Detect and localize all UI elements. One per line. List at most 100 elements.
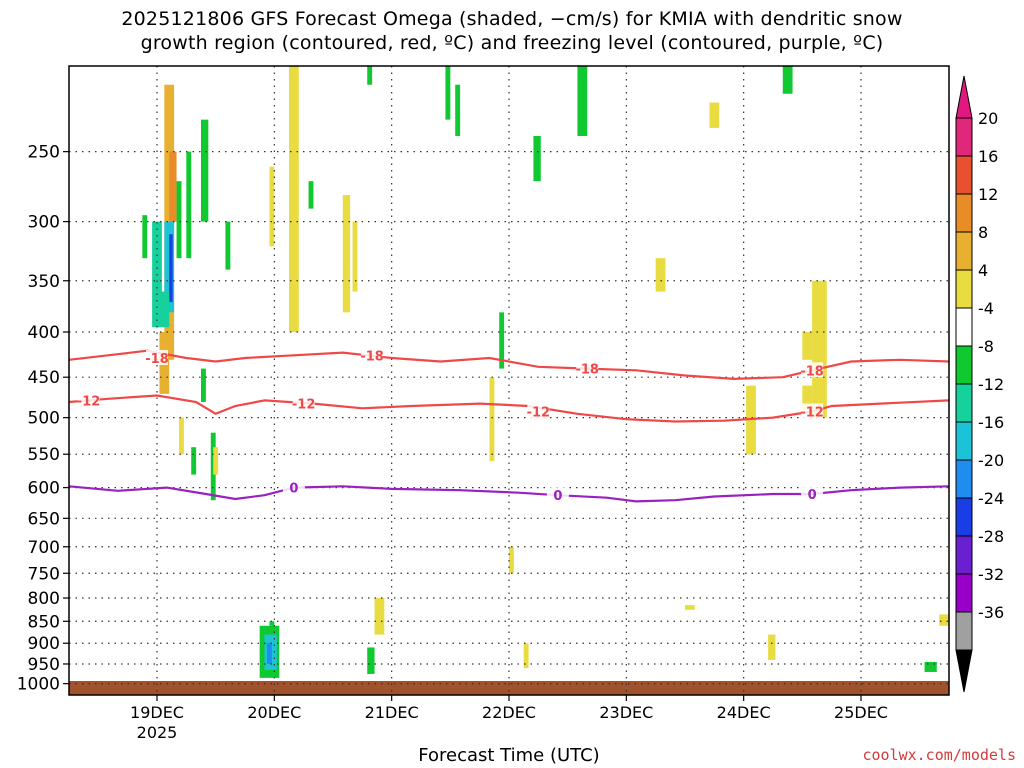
x-tick-label: 21DEC bbox=[365, 703, 419, 722]
omega-shaded-cell bbox=[191, 447, 197, 475]
omega-shaded-cell bbox=[267, 643, 272, 664]
omega-shaded-cell bbox=[455, 84, 461, 136]
colorbar-segment bbox=[955, 383, 973, 423]
colorbar-tick-label: -32 bbox=[978, 565, 1004, 584]
colorbar-segment bbox=[955, 611, 973, 651]
y-tick-label: 250 bbox=[28, 143, 60, 163]
omega-shaded-cell bbox=[802, 332, 813, 360]
colorbar-segment bbox=[955, 307, 973, 347]
colorbar-tick-label: 12 bbox=[978, 185, 998, 204]
contour-label: -18 bbox=[575, 363, 599, 378]
colorbar-tick-label: -4 bbox=[978, 299, 994, 318]
x-year-label: 2025 bbox=[137, 723, 178, 742]
y-axis-ticks: 2503003504004505005506006507007508008509… bbox=[17, 143, 69, 695]
omega-shaded-cell bbox=[655, 258, 666, 292]
colorbar-tick-label: 16 bbox=[978, 147, 998, 166]
omega-time-height-chart: -18 -18 -18 -18 -12 -12 -12 -12 0 0 0 250 300 350 400… bbox=[17, 65, 1004, 742]
colorbar-tick-label: -24 bbox=[978, 489, 1004, 508]
omega-shaded-cell bbox=[179, 417, 184, 455]
chart-title-line-2: growth region (contoured, red, ºC) and f… bbox=[140, 32, 884, 54]
contour-label: -12 bbox=[800, 405, 824, 420]
colorbar-segment bbox=[955, 497, 973, 537]
colorbar-segment bbox=[955, 155, 973, 195]
colorbar-segment bbox=[955, 573, 973, 613]
y-tick-label: 600 bbox=[28, 479, 60, 499]
y-tick-label: 750 bbox=[28, 564, 60, 584]
colorbar-segment bbox=[955, 269, 973, 309]
contour-label: -18 bbox=[145, 352, 169, 367]
omega-shaded-cell bbox=[154, 291, 170, 328]
y-tick-label: 900 bbox=[28, 634, 60, 654]
x-tick-label: 23DEC bbox=[599, 703, 653, 722]
contour-label: -18 bbox=[800, 364, 824, 379]
x-tick-label: 19DEC bbox=[130, 703, 184, 722]
colorbar-segment bbox=[955, 345, 973, 385]
contour-label: 0 bbox=[553, 489, 562, 504]
contour-label: -12 bbox=[77, 394, 101, 409]
omega-shaded-cell bbox=[509, 546, 514, 574]
omega-shaded-cell bbox=[533, 135, 541, 182]
colorbar-segment bbox=[955, 231, 973, 271]
colorbar-tick-label: -36 bbox=[978, 603, 1004, 622]
y-tick-label: 650 bbox=[28, 509, 60, 529]
y-tick-label: 350 bbox=[28, 272, 60, 292]
y-tick-label: 850 bbox=[28, 612, 60, 632]
contour-label: 0 bbox=[808, 488, 817, 503]
y-tick-label: 450 bbox=[28, 368, 60, 388]
x-axis-ticks: 19DEC2025 20DEC 21DEC 22DEC 23DEC 24DEC 25DEC bbox=[130, 695, 888, 742]
colorbar-segment bbox=[955, 459, 973, 499]
y-tick-label: 1000 bbox=[17, 675, 60, 695]
y-tick-label: 400 bbox=[28, 323, 60, 343]
omega-shaded-cell bbox=[445, 66, 451, 120]
y-tick-label: 700 bbox=[28, 538, 60, 558]
contour-label: -12 bbox=[527, 405, 551, 420]
omega-shaded-cell bbox=[812, 280, 827, 418]
omega-shaded-cell bbox=[685, 605, 695, 610]
colorbar-tick-label: -8 bbox=[978, 337, 994, 356]
colorbar-tick-label: -12 bbox=[978, 375, 1004, 394]
omega-shaded-cell bbox=[213, 447, 219, 475]
omega-shaded-cell bbox=[169, 151, 177, 222]
omega-shaded-cell bbox=[289, 66, 299, 333]
x-tick-label: 22DEC bbox=[482, 703, 536, 722]
omega-shaded-cell bbox=[269, 166, 275, 247]
colorbar-segment bbox=[955, 535, 973, 575]
contour-label: -18 bbox=[360, 349, 384, 364]
omega-shaded-cell bbox=[577, 66, 588, 136]
omega-shaded-cell bbox=[201, 368, 206, 402]
omega-shaded-cell bbox=[225, 221, 231, 270]
colorbar-tick-label: 8 bbox=[978, 223, 988, 242]
colorbar-segment bbox=[955, 421, 973, 461]
colorbar-tick-label: -28 bbox=[978, 527, 1004, 546]
omega-shaded-cell bbox=[782, 66, 793, 94]
omega-shading-layer bbox=[142, 66, 949, 678]
omega-shaded-cell bbox=[142, 215, 148, 259]
omega-shaded-cell bbox=[186, 151, 192, 259]
contour-label: -12 bbox=[292, 398, 316, 413]
colorbar-tick-label: -20 bbox=[978, 451, 1004, 470]
colorbar-bottom-arrow bbox=[955, 649, 973, 693]
colorbar-segment bbox=[955, 117, 973, 157]
credit-text: coolwx.com/models bbox=[862, 746, 1016, 764]
chart-title-line-1: 2025121806 GFS Forecast Omega (shaded, −… bbox=[121, 8, 903, 30]
y-tick-label: 550 bbox=[28, 445, 60, 465]
colorbar: 20 16 12 8 4 -4 -8 -12 -16 -20 -24 -28 -32 -36 bbox=[955, 75, 1004, 693]
contour-label: 0 bbox=[289, 482, 298, 497]
colorbar-segment bbox=[955, 193, 973, 233]
y-tick-label: 500 bbox=[28, 409, 60, 429]
omega-shaded-cell bbox=[308, 181, 314, 209]
x-tick-label: 20DEC bbox=[247, 703, 301, 722]
colorbar-tick-label: 4 bbox=[978, 261, 988, 280]
y-tick-label: 300 bbox=[28, 213, 60, 233]
y-tick-label: 800 bbox=[28, 589, 60, 609]
y-tick-label: 950 bbox=[28, 655, 60, 675]
omega-shaded-cell bbox=[269, 621, 275, 626]
omega-shaded-cell bbox=[367, 66, 373, 85]
omega-shaded-cell bbox=[768, 634, 776, 660]
omega-shaded-cell bbox=[367, 647, 375, 674]
omega-shaded-cell bbox=[939, 614, 949, 626]
omega-shaded-cell bbox=[709, 102, 720, 128]
omega-shaded-cell bbox=[176, 181, 182, 259]
colorbar-top-arrow bbox=[955, 75, 973, 119]
x-tick-label: 24DEC bbox=[717, 703, 771, 722]
